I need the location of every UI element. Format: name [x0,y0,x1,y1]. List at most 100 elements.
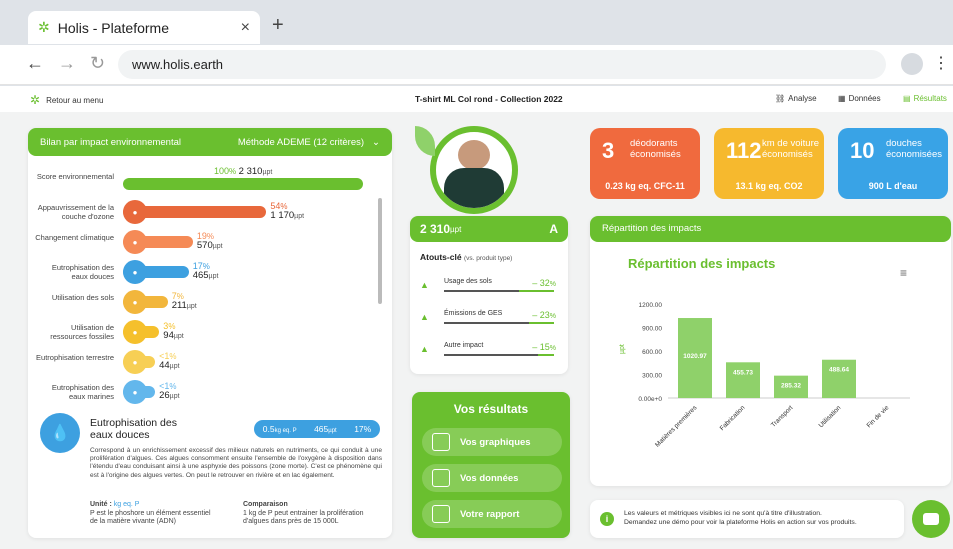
impact-unit: µpt [212,243,223,250]
info-icon: i [600,512,614,526]
impact-icon: ● [123,380,147,404]
url-input[interactable]: www.holis.earth [118,50,886,79]
x-category-label: Fabrication [719,404,747,432]
app-page: ✲ Retour au menu T-shirt ML Col rond - C… [0,86,953,549]
repartition-chart: Répartition des impacts 1200.00 900.00 600.… [619,256,910,449]
chart-icon [432,433,450,451]
data-button[interactable]: Vos données [422,464,562,492]
graphs-label: Vos graphiques [460,436,531,448]
y-tick-label: 0.00e+0 [638,396,662,403]
back-to-menu-link[interactable]: ✲ Retour au menu [30,93,103,107]
browser-tab[interactable]: ✲ Holis - Plateforme × [28,11,260,44]
impact-icon: ● [123,200,147,224]
unit-title: Unité : [90,501,112,508]
detail-points-value: 465 [314,424,329,434]
impact-number: 94 [163,330,174,341]
bar-value-label: 1020.97 [683,353,707,360]
impact-label: Appauvrissement de la couche d'ozone [37,203,114,221]
atout-icon: ▲ [420,344,429,354]
atout-icon: ▲ [420,280,429,290]
tab-close-button[interactable]: × [241,19,250,37]
impact-unit: µpt [294,213,305,220]
bar-value-label: 488.64 [829,367,849,374]
impact-label: Changement climatique [35,233,114,242]
impact-icon: ● [123,260,147,284]
impact-row[interactable]: Eutrophisation des eaux douces ● 17% 465µ… [28,260,368,284]
browser-menu-icon[interactable]: ⋮ [933,53,949,73]
chart-bar[interactable] [726,362,760,398]
impact-row[interactable]: Utilisation de ressources fossiles ● 3% 9… [28,320,368,344]
atout-item: ▲ Autre impact – 15% [420,342,556,362]
tile-sub: 900 L d'eau [868,181,918,191]
holis-favicon-icon: ✲ [38,19,50,35]
bilan-header[interactable]: Bilan par impact environnemental Méthode… [28,128,392,156]
profile-avatar[interactable] [901,53,923,75]
atouts-sub: (vs. produit type) [463,255,513,262]
impact-row[interactable]: Utilisation des sols ● 7% 211µpt [28,290,368,314]
atout-label: Usage des sols [444,278,492,285]
equivalence-tile: 112 km de voiture économisés 13.1 kg eq. C… [714,128,824,199]
graphs-button[interactable]: Vos graphiques [422,428,562,456]
atout-value: – 15% [532,342,556,352]
browser-tab-strip: ✲ Holis - Plateforme × + [0,0,953,45]
chart-bar[interactable] [822,359,856,398]
x-category-label: Matières premières [654,404,699,449]
impact-row[interactable]: Changement climatique ● 19% 570µpt [28,230,368,254]
impact-number: 211 [171,300,187,311]
new-tab-button[interactable]: + [272,14,284,37]
product-title: T-shirt ML Col rond - Collection 2022 [415,94,563,104]
detail-kg-value: 0.5 [262,424,275,434]
bilan-title: Bilan par impact environnemental [40,136,181,148]
report-button[interactable]: Votre rapport [422,500,562,528]
nav-resultats[interactable]: ▤ Résultats [903,94,947,103]
detail-points-unit: µpt [328,428,337,434]
tile-label: déodorants économisés [630,138,681,160]
atout-item: ▲ Émissions de GES – 23% [420,310,556,330]
impact-number: 44 [159,360,170,371]
chart-menu-icon[interactable]: ≡ [900,266,907,280]
impact-pct-sign: % [169,382,177,391]
atouts-title-text: Atouts-clé [420,252,462,262]
info-banner: i Les valeurs et métriques visibles ici … [590,500,904,538]
repartition-card: Répartition des impacts Répartition des … [590,216,951,486]
info-line: Les valeurs et métriques visibles ici ne… [624,510,822,517]
nav-analyse[interactable]: ⛓ Analyse [775,94,817,103]
comparison-block: Comparaison 1 kg de P peut entrainer la … [243,501,388,527]
score-pct-sign: % [229,167,237,176]
impact-label: Eutrophisation terrestre [36,353,114,362]
demo-line[interactable]: Demandez une démo pour voir la plateform… [624,519,857,526]
y-tick-label: 300.00 [642,373,662,380]
method-select[interactable]: Méthode ADEME (12 critères) [238,137,364,148]
chat-button[interactable] [912,500,950,538]
data-label: Vos données [460,472,519,484]
impact-value: 54% 1 170µpt [270,202,304,221]
results-title: Vos résultats [453,402,529,416]
results-icon: ▤ [903,94,911,103]
impact-icon: ● [123,230,147,254]
water-drop-icon: 💧 [40,413,80,453]
back-arrow-icon[interactable]: ← [26,53,44,74]
impact-pct-sign: % [169,352,177,361]
impact-value: <1% 26µpt [159,382,179,401]
nav-donnees[interactable]: ▦ Données [838,94,881,103]
score-row: Score environnemental 100% 2 310µpt [28,166,368,190]
impact-label: Utilisation des sols [51,293,114,302]
impact-label: Eutrophisation des eaux marines [51,383,114,401]
impact-row[interactable]: Eutrophisation des eaux marines ● <1% 26µ… [28,380,368,404]
atout-track [444,290,554,292]
chevron-down-icon: ⌄ [372,136,380,148]
impact-detail: 💧 Eutrophisation des eaux douces 0.5kg e… [28,403,392,538]
impact-row[interactable]: Appauvrissement de la couche d'ozone ● 5… [28,200,368,224]
equivalence-tile: 3 déodorants économisés 0.23 kg eq. CFC-11 [590,128,700,199]
atout-track [444,322,554,324]
report-label: Votre rapport [460,508,520,520]
forward-arrow-icon[interactable]: → [58,53,76,74]
impact-value: 3% 94µpt [163,322,183,341]
detail-description: Correspond à un enrichissement excessif … [90,447,382,479]
reload-icon[interactable]: ↻ [90,53,105,74]
impact-label: Utilisation de ressources fossiles [50,323,114,341]
atout-item: ▲ Usage des sols – 32% [420,278,556,298]
impact-row[interactable]: Eutrophisation terrestre ● <1% 44µpt [28,350,368,374]
detail-points: 465µpt [314,424,337,434]
bilan-scrollbar[interactable] [378,198,382,304]
